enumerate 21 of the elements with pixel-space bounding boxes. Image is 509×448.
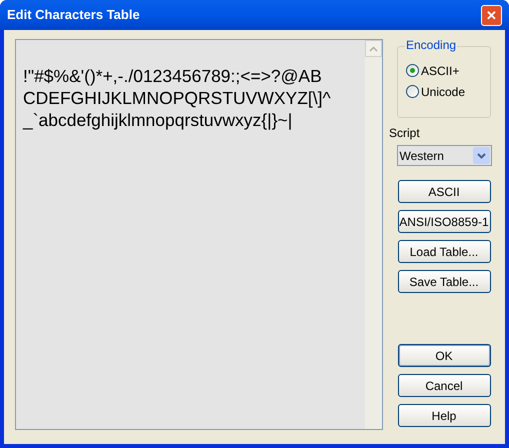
scrollbar[interactable] [365, 40, 382, 429]
close-button[interactable]: ✕ [481, 4, 502, 26]
dialog-button[interactable]: ANSI/ISO8859-1 [398, 210, 490, 233]
dialog-button[interactable]: Help [398, 404, 490, 427]
scroll-up-icon[interactable] [365, 40, 382, 57]
window-title: Edit Characters Table [7, 6, 141, 24]
text-line: !"#$%&'()*+,-./0123456789:;<=>?@AB [23, 65, 323, 87]
text-line: _`abcdefghijklmnopqrstuvwxyz{|}~| [23, 109, 294, 131]
text-line: CDEFGHIJKLMNOPQRSTUVWXYZ[\]^ [23, 87, 332, 109]
script-dropdown[interactable]: Western [396, 145, 492, 166]
dialog-button[interactable]: Cancel [398, 374, 490, 397]
script-label: Script [389, 125, 420, 142]
radio-option[interactable]: ASCII+ [406, 64, 490, 77]
dialog-button[interactable]: Load Table... [398, 240, 490, 263]
character-text-area[interactable]: !"#$%&'()*+,-./0123456789:;<=>?@AB CDEFGHIJKLMNOPQRSTUVWXYZ[\]^ _`abcdefghijklmnopqrstuvwxyz{|}~| [15, 39, 383, 430]
dialog-button[interactable]: Save Table... [398, 270, 490, 293]
dialog-button[interactable]: OK [398, 344, 490, 367]
radio-option[interactable]: Unicode [406, 85, 490, 98]
dialog-button[interactable]: ASCII [398, 180, 490, 203]
group-label: Encoding [405, 39, 458, 51]
chevron-down-icon[interactable] [472, 147, 490, 164]
